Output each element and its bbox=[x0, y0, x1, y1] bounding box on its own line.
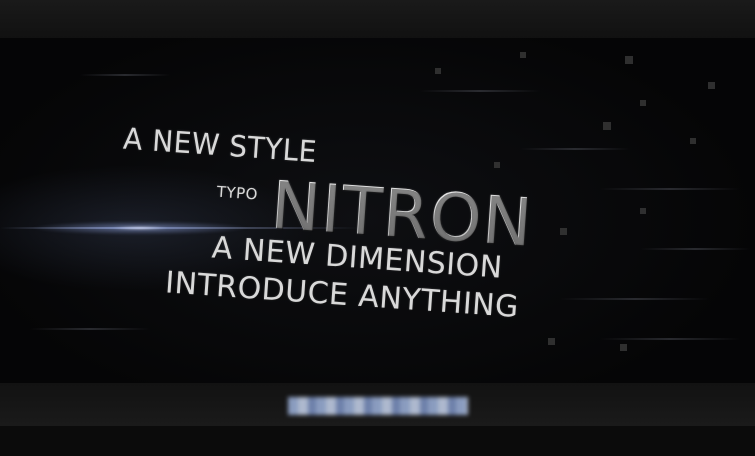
headline-line-2: TYPO bbox=[216, 182, 259, 204]
blurred-caption bbox=[288, 397, 468, 415]
headline-line-1: A NEW STYLE bbox=[122, 121, 319, 170]
video-frame: A NEW STYLE TYPO NITRON A NEW DIMENSION … bbox=[0, 0, 755, 426]
